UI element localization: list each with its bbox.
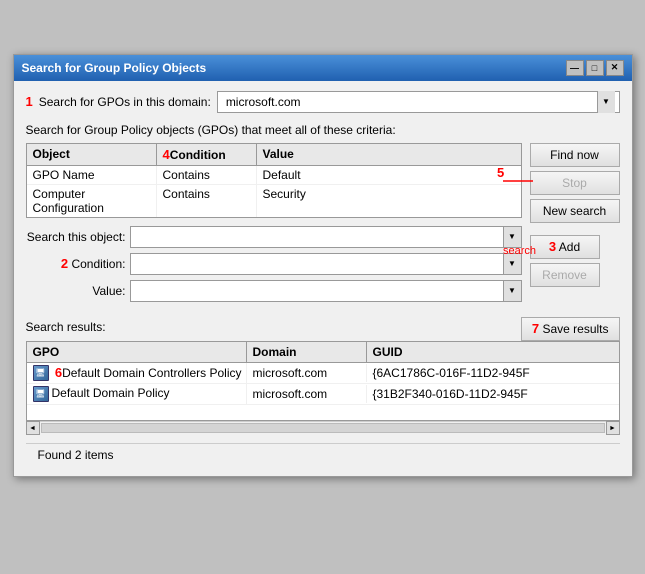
annotation-3: 3 bbox=[549, 239, 556, 254]
gpo-icon: 🖥 bbox=[33, 365, 49, 381]
search-object-dropdown[interactable]: ▼ bbox=[503, 227, 521, 247]
left-panel: Object 4Condition Value GPO Name Contain… bbox=[26, 143, 522, 307]
results-row[interactable]: 🖥 6Default Domain Controllers Policy mic… bbox=[27, 363, 619, 385]
search-object-label: Search this object: bbox=[26, 230, 126, 244]
header-value: Value bbox=[257, 144, 521, 165]
results-table-header: GPO Domain GUID bbox=[27, 342, 619, 363]
result2-domain: microsoft.com bbox=[247, 385, 367, 403]
domain-value: microsoft.com bbox=[222, 95, 597, 109]
close-button[interactable]: ✕ bbox=[606, 60, 624, 76]
results-top-row: Search results: 7 Save results bbox=[26, 317, 620, 341]
gpo-icon-2: 🖥 bbox=[33, 386, 49, 402]
results-header-gpo: GPO bbox=[27, 342, 247, 362]
stop-button[interactable]: Stop bbox=[530, 171, 620, 195]
result2-gpo: 🖥Default Domain Policy bbox=[27, 384, 247, 404]
annotation-6: 6 bbox=[55, 365, 62, 380]
add-button[interactable]: 3 Add bbox=[530, 235, 600, 259]
scroll-track[interactable] bbox=[41, 423, 605, 433]
status-bar: Found 2 items bbox=[26, 443, 620, 466]
maximize-button[interactable]: □ bbox=[586, 60, 604, 76]
criteria-description: Search for Group Policy objects (GPOs) t… bbox=[26, 123, 620, 137]
find-now-button[interactable]: Find now bbox=[530, 143, 620, 167]
main-area: Object 4Condition Value GPO Name Contain… bbox=[26, 143, 620, 307]
domain-dropdown-arrow[interactable]: ▼ bbox=[597, 91, 615, 113]
title-bar: Search for Group Policy Objects — □ ✕ bbox=[14, 55, 632, 81]
criteria-table: Object 4Condition Value GPO Name Contain… bbox=[26, 143, 522, 218]
domain-label: Search for GPOs in this domain: bbox=[39, 95, 211, 109]
search-object-row: Search this object: ▼ bbox=[26, 226, 522, 248]
header-condition: 4Condition bbox=[157, 144, 257, 165]
annotation-1: 1 bbox=[26, 94, 33, 109]
annotation-4: 4 bbox=[163, 147, 170, 162]
value-row: Value: ▼ bbox=[26, 280, 522, 302]
results-section: Search results: 7 Save results GPO Domai… bbox=[26, 317, 620, 435]
result1-guid: {6AC1786C-016F-11D2-945F bbox=[367, 364, 619, 382]
condition-input[interactable]: ▼ bbox=[130, 253, 522, 275]
row1-object: GPO Name bbox=[27, 166, 157, 184]
minimize-button[interactable]: — bbox=[566, 60, 584, 76]
result1-domain: microsoft.com bbox=[247, 364, 367, 382]
row2-condition: Contains bbox=[157, 185, 257, 217]
search-object-input[interactable]: ▼ bbox=[130, 226, 522, 248]
row2-object: Computer Configuration bbox=[27, 185, 157, 217]
status-text: Found 2 items bbox=[38, 448, 114, 462]
scroll-right-button[interactable]: ► bbox=[606, 421, 620, 435]
condition-label: 2 Condition: bbox=[26, 256, 126, 271]
save-results-button[interactable]: 7 Save results bbox=[521, 317, 620, 341]
criteria-table-header: Object 4Condition Value bbox=[27, 144, 521, 166]
results-header-guid: GUID bbox=[367, 342, 619, 362]
value-input[interactable]: ▼ bbox=[130, 280, 522, 302]
value-label: Value: bbox=[26, 284, 126, 298]
horizontal-scrollbar[interactable]: ◄ ► bbox=[26, 421, 620, 435]
row1-condition: Contains bbox=[157, 166, 257, 184]
remove-button[interactable]: Remove bbox=[530, 263, 600, 287]
domain-row: 1 Search for GPOs in this domain: micros… bbox=[26, 91, 620, 113]
results-row[interactable]: 🖥Default Domain Policy microsoft.com {31… bbox=[27, 384, 619, 405]
condition-row: 2 Condition: ▼ bbox=[26, 253, 522, 275]
row2-value: Security bbox=[257, 185, 521, 217]
window-title: Search for Group Policy Objects bbox=[22, 61, 207, 75]
condition-dropdown[interactable]: ▼ bbox=[503, 254, 521, 274]
result1-gpo: 🖥 6Default Domain Controllers Policy bbox=[27, 363, 247, 384]
scroll-left-button[interactable]: ◄ bbox=[26, 421, 40, 435]
title-bar-controls: — □ ✕ bbox=[566, 60, 624, 76]
new-search-button[interactable]: New search bbox=[530, 199, 620, 223]
results-table: GPO Domain GUID 🖥 6Default Domain Contro… bbox=[26, 341, 620, 421]
row1-value: Default bbox=[257, 166, 521, 184]
value-dropdown[interactable]: ▼ bbox=[503, 281, 521, 301]
table-row[interactable]: GPO Name Contains Default bbox=[27, 166, 521, 185]
table-row[interactable]: Computer Configuration Contains Security bbox=[27, 185, 521, 217]
header-object: Object bbox=[27, 144, 157, 165]
result2-guid: {31B2F340-016D-11D2-945F bbox=[367, 385, 619, 403]
right-panel: Find now Stop New search 3 Add Remove bbox=[530, 143, 620, 307]
results-header-domain: Domain bbox=[247, 342, 367, 362]
annotation-7: 7 bbox=[532, 321, 539, 336]
domain-select[interactable]: microsoft.com ▼ bbox=[217, 91, 620, 113]
annotation-2: 2 bbox=[61, 256, 68, 271]
results-label: Search results: bbox=[26, 320, 106, 334]
